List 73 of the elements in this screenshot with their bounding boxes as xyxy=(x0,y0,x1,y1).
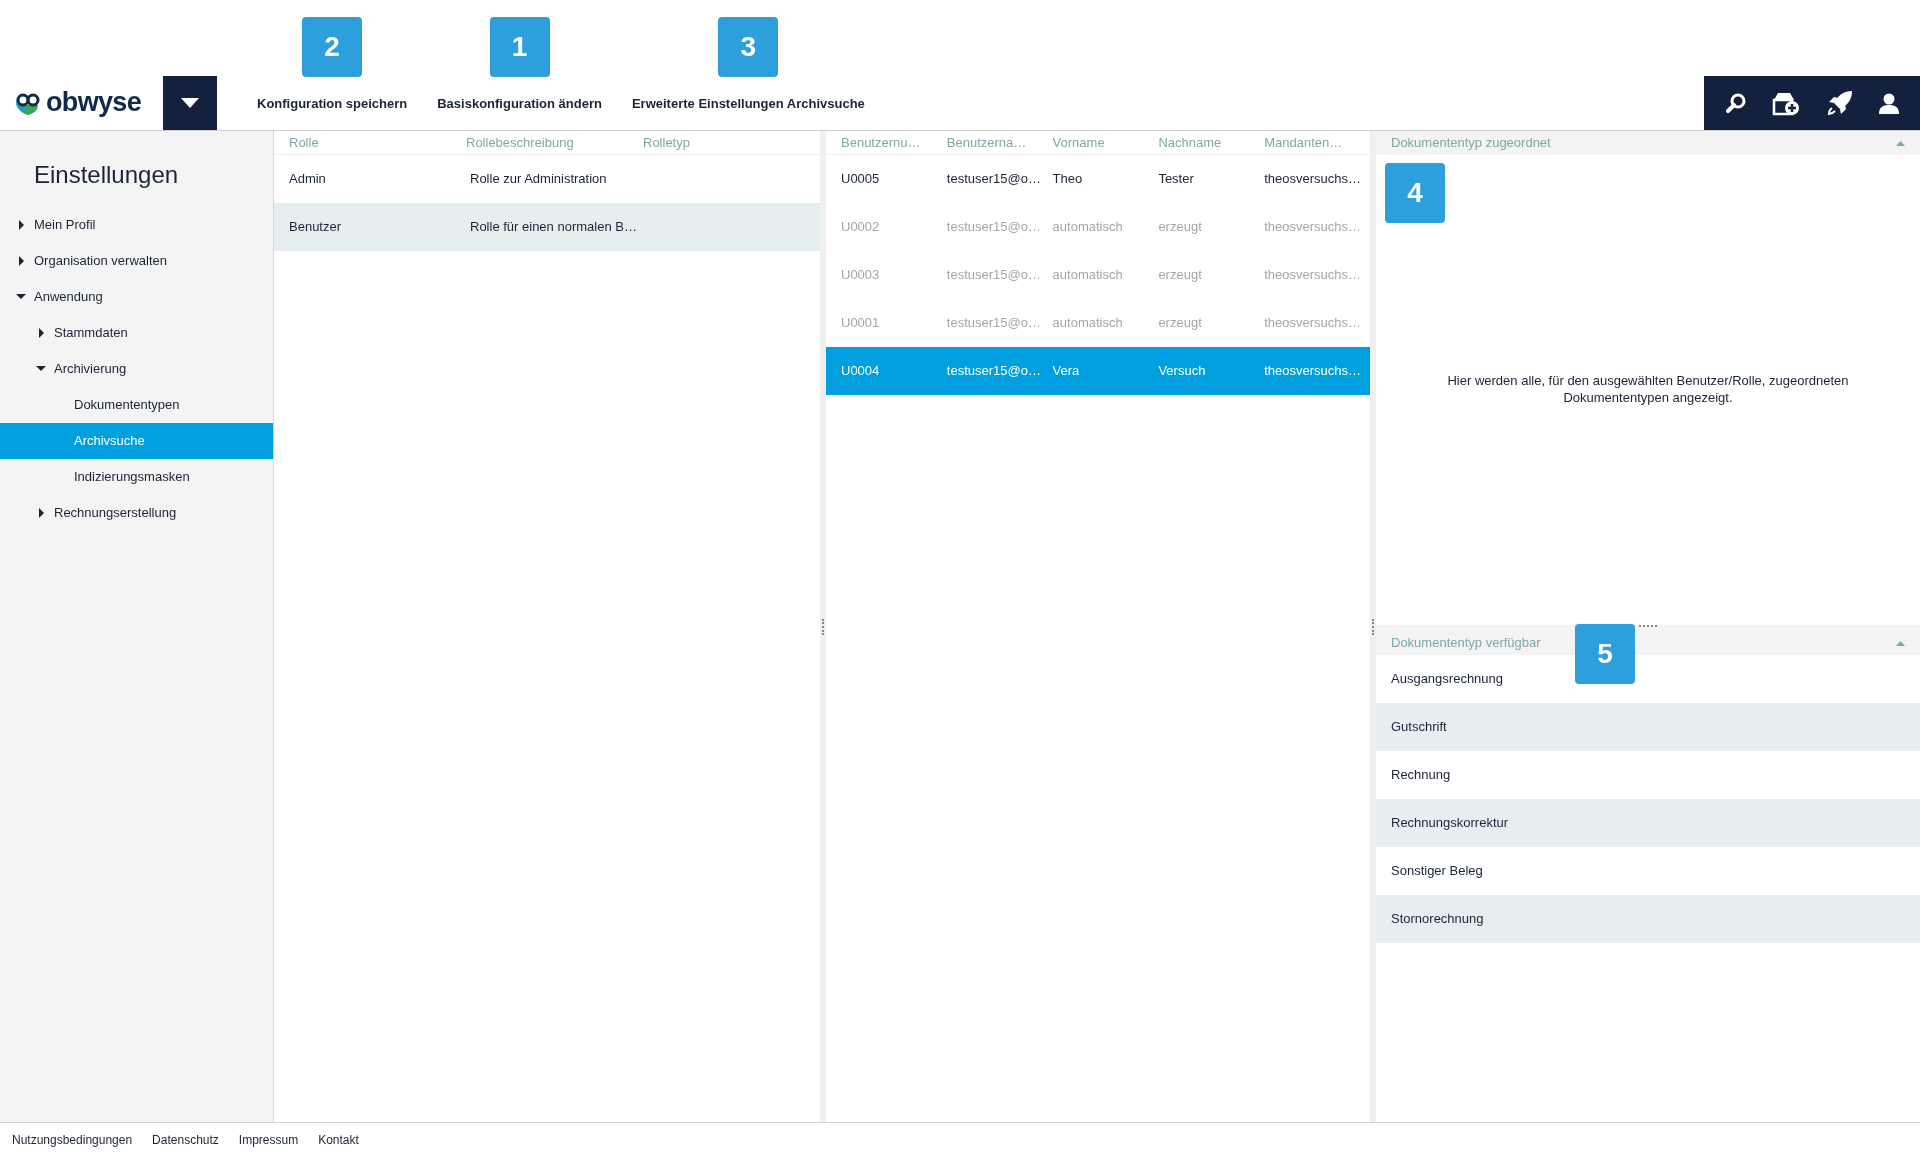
table-cell-text: testuser15@o… xyxy=(946,266,1042,285)
table-cell-text: Admin xyxy=(289,170,327,189)
caret-right-icon xyxy=(36,508,46,518)
caret-icon xyxy=(181,98,199,108)
table-cell-text: testuser15@o… xyxy=(946,170,1042,189)
table-cell-text: testuser15@o… xyxy=(946,218,1042,237)
table-cell-text: Versuch xyxy=(1158,362,1207,381)
table-cell-text: U0002 xyxy=(841,218,881,237)
archive-add-icon[interactable] xyxy=(1772,90,1801,116)
tree-item[interactable]: Anwendung xyxy=(0,279,273,315)
table-cell-text: U0004 xyxy=(841,362,881,381)
table-cell-text: U0003 xyxy=(841,266,881,285)
footer-link[interactable]: Kontakt xyxy=(318,1131,359,1149)
table-cell-text: Benutzer xyxy=(289,218,343,237)
table-cell-text: U0001 xyxy=(841,314,881,333)
rocket-icon[interactable] xyxy=(1825,89,1854,117)
table-cell-text: automatisch xyxy=(1052,266,1124,285)
table-cell-text: Vera xyxy=(1052,362,1081,381)
table-cell-text: automatisch xyxy=(1052,218,1124,237)
splitter-handle[interactable] xyxy=(1372,618,1374,635)
search-icon[interactable] xyxy=(1724,92,1747,114)
callout-badge: 1 xyxy=(489,16,550,77)
tree-item[interactable]: Dokumententypen xyxy=(0,387,273,423)
table-cell-text: Rolle zur Administration xyxy=(470,170,608,189)
toolbar-button[interactable]: Konfiguration speichern xyxy=(257,93,408,113)
dropdown-button[interactable] xyxy=(163,76,217,130)
tree-item[interactable]: Mein Profil xyxy=(0,207,273,243)
table-cell-text: Tester xyxy=(1158,170,1195,189)
toolbar-button[interactable]: Basiskonfiguration ändern xyxy=(437,93,602,113)
callout-badge: 3 xyxy=(718,16,779,77)
list-item[interactable]: Stornorechnung xyxy=(1376,895,1920,943)
panel-title: Dokumententyp verfügbar xyxy=(1391,634,1541,653)
logo-text: obwyse xyxy=(46,89,141,116)
footer-link[interactable]: Nutzungsbedingungen xyxy=(12,1131,133,1149)
tree-item[interactable]: Indizierungsmasken xyxy=(0,459,273,495)
table-cell-text: theosversuchs… xyxy=(1264,314,1362,333)
table-cell-text: erzeugt xyxy=(1158,218,1203,237)
callout-badge: 2 xyxy=(302,16,363,77)
empty-message: Hier werden alle, für den ausgewählten Benutzer/Rolle, zugeordneten Dokumententypen angezeigt. xyxy=(1446,373,1850,407)
caret-down-icon xyxy=(36,364,46,374)
sidebar-title: Einstellungen xyxy=(34,160,180,190)
list-item[interactable]: Gutschrift xyxy=(1376,703,1920,751)
table-cell-text: theosversuchs… xyxy=(1264,362,1362,381)
footer-link[interactable]: Datenschutz xyxy=(152,1131,219,1149)
list-item[interactable]: Rechnungskorrektur xyxy=(1376,799,1920,847)
table-cell-text: U0005 xyxy=(841,170,881,189)
table-cell-text: theosversuchs… xyxy=(1264,170,1362,189)
table-cell-text: erzeugt xyxy=(1158,314,1203,333)
table-cell-text: testuser15@o… xyxy=(946,362,1042,381)
table-cell-text: theosversuchs… xyxy=(1264,266,1362,285)
splitter-handle[interactable] xyxy=(1639,625,1657,627)
panel-title: Dokumententyp zugeordnet xyxy=(1391,134,1551,153)
toolbar-button[interactable]: Erweiterte Einstellungen Archivsuche xyxy=(631,93,865,113)
tree-item[interactable]: Rechnungserstellung xyxy=(0,495,273,531)
table-cell-text: testuser15@o… xyxy=(946,314,1042,333)
table-cell-text: erzeugt xyxy=(1158,266,1203,285)
table-cell-text: Theo xyxy=(1052,170,1084,189)
splitter-handle[interactable] xyxy=(822,618,824,635)
table-cell-text: theosversuchs… xyxy=(1264,218,1362,237)
tree-item[interactable]: Organisation verwalten xyxy=(0,243,273,279)
table-row[interactable]: Benutzer Rolle für einen normalen B… xyxy=(274,203,820,251)
caret-right-icon xyxy=(36,328,46,338)
caret-down-icon xyxy=(16,292,26,302)
callout-badge: 5 xyxy=(1575,624,1635,684)
footer-link[interactable]: Impressum xyxy=(238,1131,299,1149)
tree-item[interactable]: Stammdaten xyxy=(0,315,273,351)
tree-item[interactable]: Archivierung xyxy=(0,351,273,387)
callout-badge: 4 xyxy=(1385,163,1445,223)
caret-right-icon xyxy=(16,256,26,266)
user-icon[interactable] xyxy=(1879,92,1900,114)
table-cell-text: Rolle für einen normalen B… xyxy=(470,218,638,237)
table-cell-text: automatisch xyxy=(1052,314,1124,333)
caret-right-icon xyxy=(16,220,26,230)
